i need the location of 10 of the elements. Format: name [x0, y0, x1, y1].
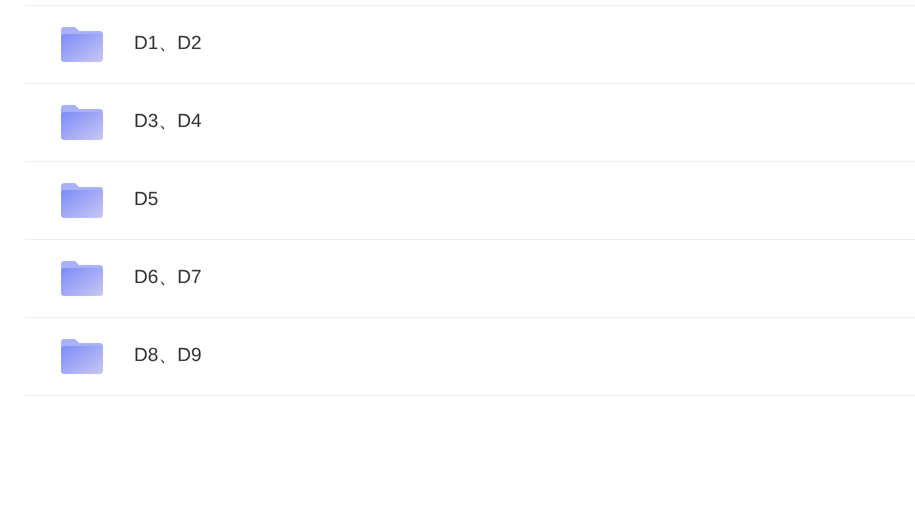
- folder-name[interactable]: D5: [134, 186, 158, 215]
- folder-icon: [61, 339, 103, 374]
- folder-name[interactable]: D3、D4: [134, 108, 202, 137]
- folder-name[interactable]: D1、D2: [134, 30, 202, 59]
- folder-icon: [61, 105, 103, 140]
- folder-icon: [61, 183, 103, 218]
- folder-icon: [61, 261, 103, 296]
- folder-icon: [61, 27, 103, 62]
- folder-name[interactable]: D8、D9: [134, 342, 202, 371]
- folder-name[interactable]: D6、D7: [134, 264, 202, 293]
